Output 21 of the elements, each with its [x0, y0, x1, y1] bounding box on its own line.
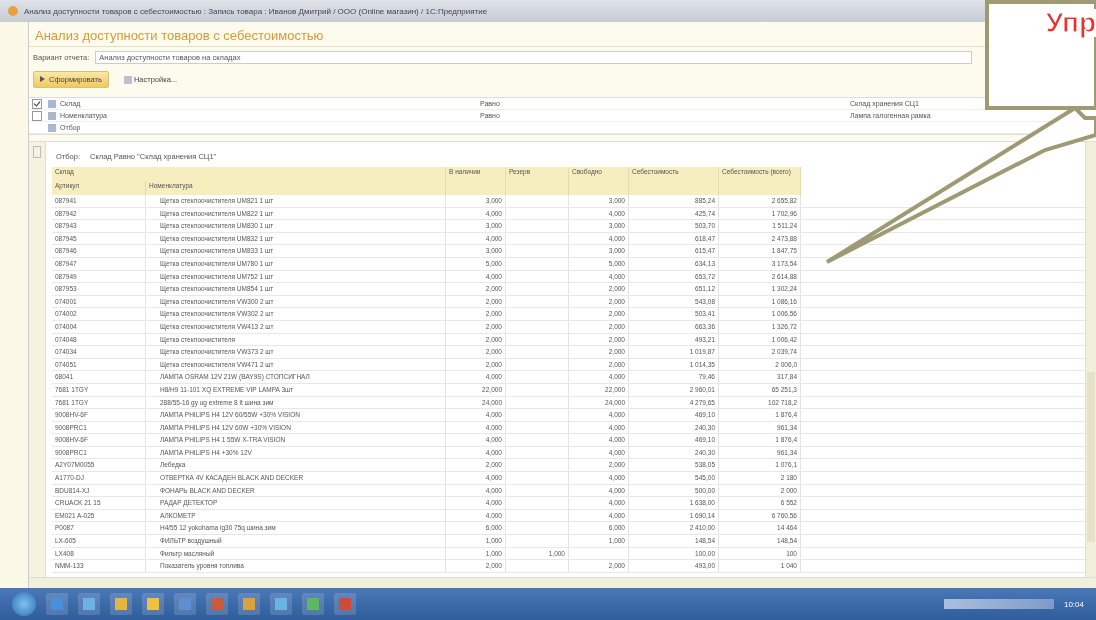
taskbar-app-icon[interactable] — [206, 593, 228, 615]
start-button[interactable] — [12, 592, 36, 616]
filter-checkbox[interactable] — [32, 98, 42, 109]
taskbar-app-icon[interactable] — [78, 593, 100, 615]
taskbar-app-icon[interactable] — [110, 593, 132, 615]
callout-text: Упр — [1043, 9, 1096, 37]
system-tray-icon[interactable] — [943, 599, 1054, 609]
clock: 10:04 — [1063, 599, 1084, 609]
taskbar-app-icon[interactable] — [270, 593, 292, 615]
app-logo-icon — [8, 6, 18, 16]
vertical-scrollbar[interactable] — [1085, 142, 1096, 577]
window-title: Анализ доступности товаров с себестоимостью : Запись товара : Иванов Дмитрий / ООО (Online магазин) / 1С:Предприятие — [24, 6, 489, 16]
group-marker-icon[interactable] — [33, 146, 41, 158]
taskbar-app-icon[interactable] — [46, 593, 68, 615]
taskbar-app-icon[interactable] — [302, 593, 324, 615]
taskbar-app-icon[interactable] — [142, 593, 164, 615]
horizontal-scrollbar[interactable] — [29, 577, 1096, 588]
taskbar-app-icon[interactable] — [334, 593, 356, 615]
filter-checkbox[interactable] — [32, 110, 42, 121]
taskbar-app-icon[interactable] — [238, 593, 260, 615]
taskbar-app-icon[interactable] — [174, 593, 196, 615]
